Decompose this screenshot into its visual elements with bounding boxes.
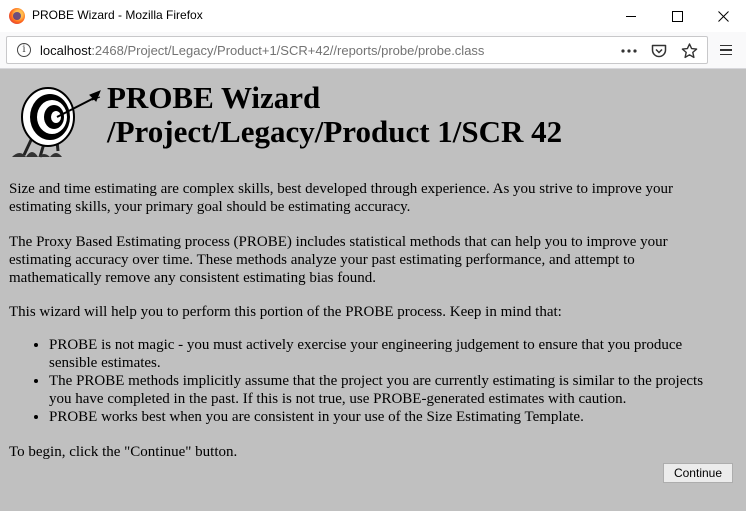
- hamburger-menu-icon[interactable]: [716, 40, 736, 60]
- site-info-icon[interactable]: i: [17, 43, 31, 57]
- pocket-icon[interactable]: [649, 41, 669, 61]
- list-item: PROBE works best when you are consistent…: [49, 408, 729, 426]
- continue-button[interactable]: Continue: [663, 463, 733, 483]
- wizard-paragraph: This wizard will help you to perform thi…: [9, 304, 562, 320]
- window-title: PROBE Wizard - Mozilla Firefox: [32, 8, 203, 22]
- url-host: localhost: [40, 43, 92, 58]
- ellipsis-icon[interactable]: [619, 41, 639, 61]
- maximize-button[interactable]: [654, 0, 700, 32]
- title-bar: PROBE Wizard - Mozilla Firefox: [0, 0, 746, 32]
- probe-paragraph: The Proxy Based Estimating process (PROB…: [9, 234, 668, 286]
- page-content: PROBE Wizard /Project/Legacy/Product 1/S…: [0, 69, 746, 511]
- heading-line-2: /Project/Legacy/Product 1/SCR 42: [107, 114, 563, 149]
- page-heading: PROBE Wizard /Project/Legacy/Product 1/S…: [107, 81, 562, 149]
- target-arrow-icon: [12, 87, 101, 158]
- url-path: :2468/Project/Legacy/Product+1/SCR+42//r…: [91, 43, 485, 58]
- url-bar[interactable]: i localhost:2468/Project/Legacy/Product+…: [6, 36, 708, 64]
- intro-paragraph: Size and time estimating are complex ski…: [9, 181, 674, 215]
- firefox-icon: [9, 8, 25, 24]
- url-text[interactable]: localhost:2468/Project/Legacy/Product+1/…: [40, 43, 484, 58]
- list-item: The PROBE methods implicitly assume that…: [49, 372, 729, 408]
- begin-paragraph: To begin, click the "Continue" button.: [9, 444, 238, 460]
- close-icon: [717, 10, 729, 22]
- minimize-icon: [626, 15, 636, 17]
- list-item: PROBE is not magic - you must actively e…: [49, 336, 729, 372]
- bookmark-star-icon[interactable]: [679, 41, 699, 61]
- notes-list: PROBE is not magic - you must actively e…: [9, 336, 729, 426]
- close-button[interactable]: [700, 0, 746, 32]
- minimize-button[interactable]: [608, 0, 654, 32]
- page-actions: [619, 41, 699, 61]
- heading-line-1: PROBE Wizard: [107, 80, 321, 115]
- maximize-icon: [671, 10, 683, 22]
- navigation-toolbar: i localhost:2468/Project/Legacy/Product+…: [0, 32, 746, 69]
